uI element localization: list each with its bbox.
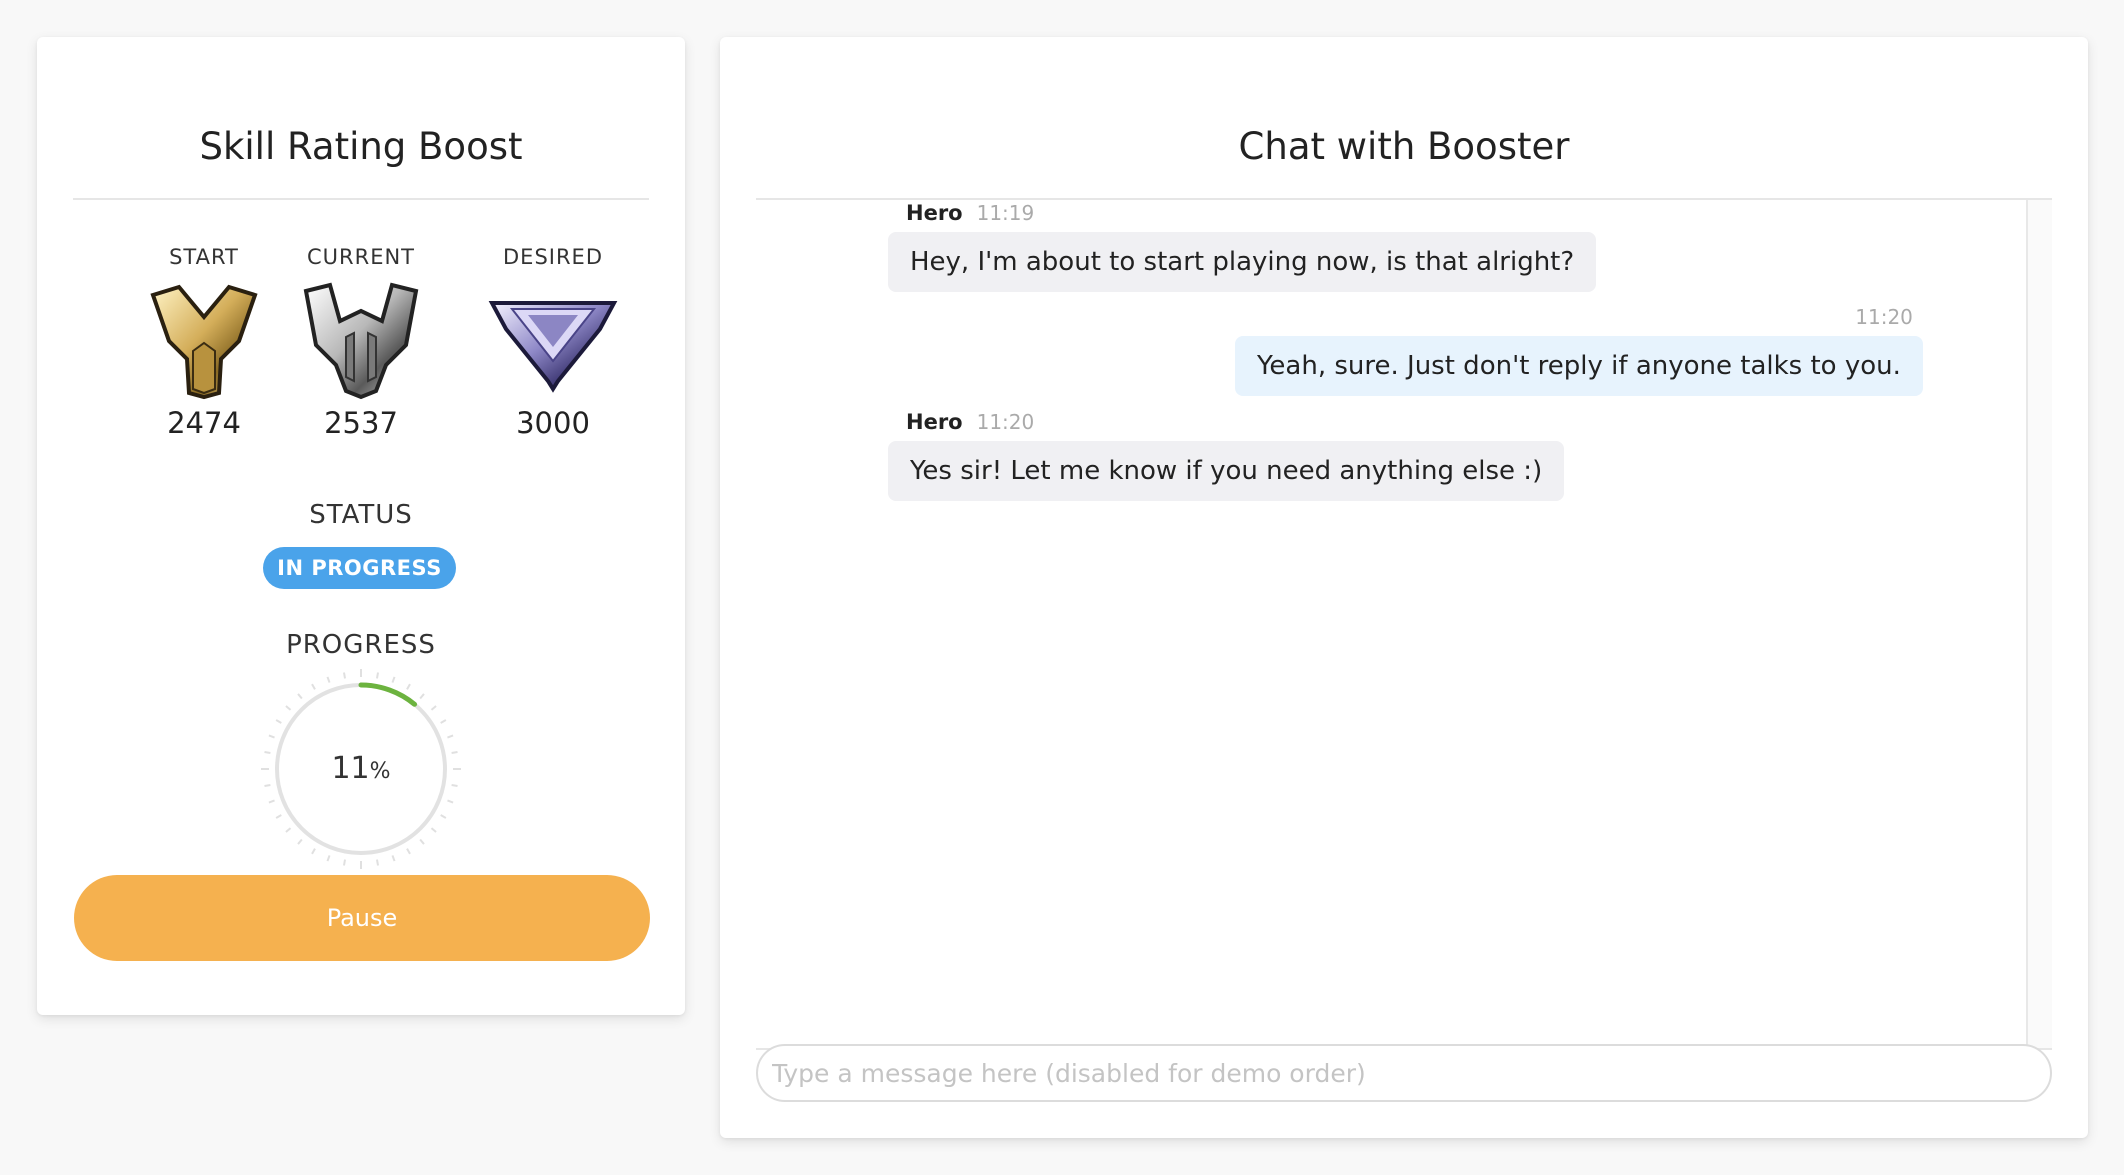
message-bubble-own: Yeah, sure. Just don't reply if anyone t…	[1235, 336, 1923, 396]
message-bubble: Hey, I'm about to start playing now, is …	[888, 232, 1597, 292]
progress-value: 11	[331, 751, 370, 786]
pause-button[interactable]: Pause	[74, 875, 650, 961]
gauge-tick	[311, 683, 316, 690]
message-time: 11:20	[976, 410, 1035, 434]
gauge-tick	[342, 859, 347, 866]
gauge-tick	[326, 676, 331, 683]
gauge-tick	[297, 693, 303, 700]
gauge-tick	[440, 814, 447, 819]
platinum-rank-icon	[303, 282, 419, 400]
gauge-tick	[447, 799, 454, 804]
skill-rating-boost-card: Skill Rating Boost START 2474 CURRENT 25…	[37, 37, 685, 1015]
message-meta: 11:20	[1235, 302, 1923, 332]
rank-desired-value: 3000	[516, 406, 590, 440]
status-badge: IN PROGRESS	[263, 547, 456, 589]
gauge-tick	[268, 734, 275, 739]
gauge-tick	[285, 705, 292, 711]
gauge-tick	[297, 838, 303, 845]
gauge-tick	[311, 848, 316, 855]
progress-unit: %	[369, 759, 391, 784]
message-meta: Hero 11:20	[888, 407, 1564, 437]
boost-card-divider	[73, 198, 649, 200]
rank-current: CURRENT 2537	[266, 237, 456, 445]
gauge-tick	[406, 683, 411, 690]
gauge-tick	[430, 705, 437, 711]
rank-current-value: 2537	[324, 406, 398, 440]
gold-rank-icon	[150, 284, 258, 400]
chat-message: Hero 11:19 Hey, I'm about to start playin…	[888, 198, 1597, 292]
gauge-tick	[285, 827, 292, 833]
gauge-tick	[275, 814, 282, 819]
message-author: Hero	[906, 201, 963, 225]
message-bubble: Yes sir! Let me know if you need anythin…	[888, 441, 1565, 501]
message-author: Hero	[906, 410, 963, 434]
gauge-tick	[419, 838, 425, 845]
gauge-tick	[447, 734, 454, 739]
gauge-tick	[391, 676, 396, 683]
gauge-tick	[430, 827, 437, 833]
boost-card-title: Skill Rating Boost	[199, 125, 523, 168]
status-label: STATUS	[309, 500, 413, 530]
chat-card-title: Chat with Booster	[1238, 125, 1570, 168]
message-time: 11:19	[976, 201, 1035, 225]
gauge-tick	[419, 693, 425, 700]
chat-message: Hero 11:20 Yes sir! Let me know if you ne…	[888, 407, 1565, 501]
gauge-tick	[275, 719, 282, 724]
gauge-tick	[440, 719, 447, 724]
master-rank-icon	[488, 301, 618, 393]
gauge-tick	[391, 855, 396, 862]
gauge-tick	[326, 855, 331, 862]
message-meta: Hero 11:19	[888, 198, 1596, 228]
chat-scrollbar[interactable]	[2026, 200, 2052, 1048]
gauge-tick	[375, 859, 380, 866]
message-time: 11:20	[1855, 305, 1913, 329]
progress-arc	[358, 682, 418, 707]
progress-label: PROGRESS	[286, 630, 436, 660]
gauge-tick	[342, 672, 347, 679]
gauge-tick	[406, 848, 411, 855]
rank-desired-label: DESIRED	[503, 245, 603, 269]
gauge-tick	[375, 672, 380, 679]
rank-desired: DESIRED 3000	[458, 237, 648, 445]
chat-message-own: 11:20 Yeah, sure. Just don't reply if an…	[1235, 302, 1923, 396]
message-input[interactable]	[756, 1044, 2052, 1102]
progress-readout: 11%	[261, 749, 461, 792]
gauge-tick	[268, 799, 275, 804]
rank-current-label: CURRENT	[306, 245, 416, 269]
